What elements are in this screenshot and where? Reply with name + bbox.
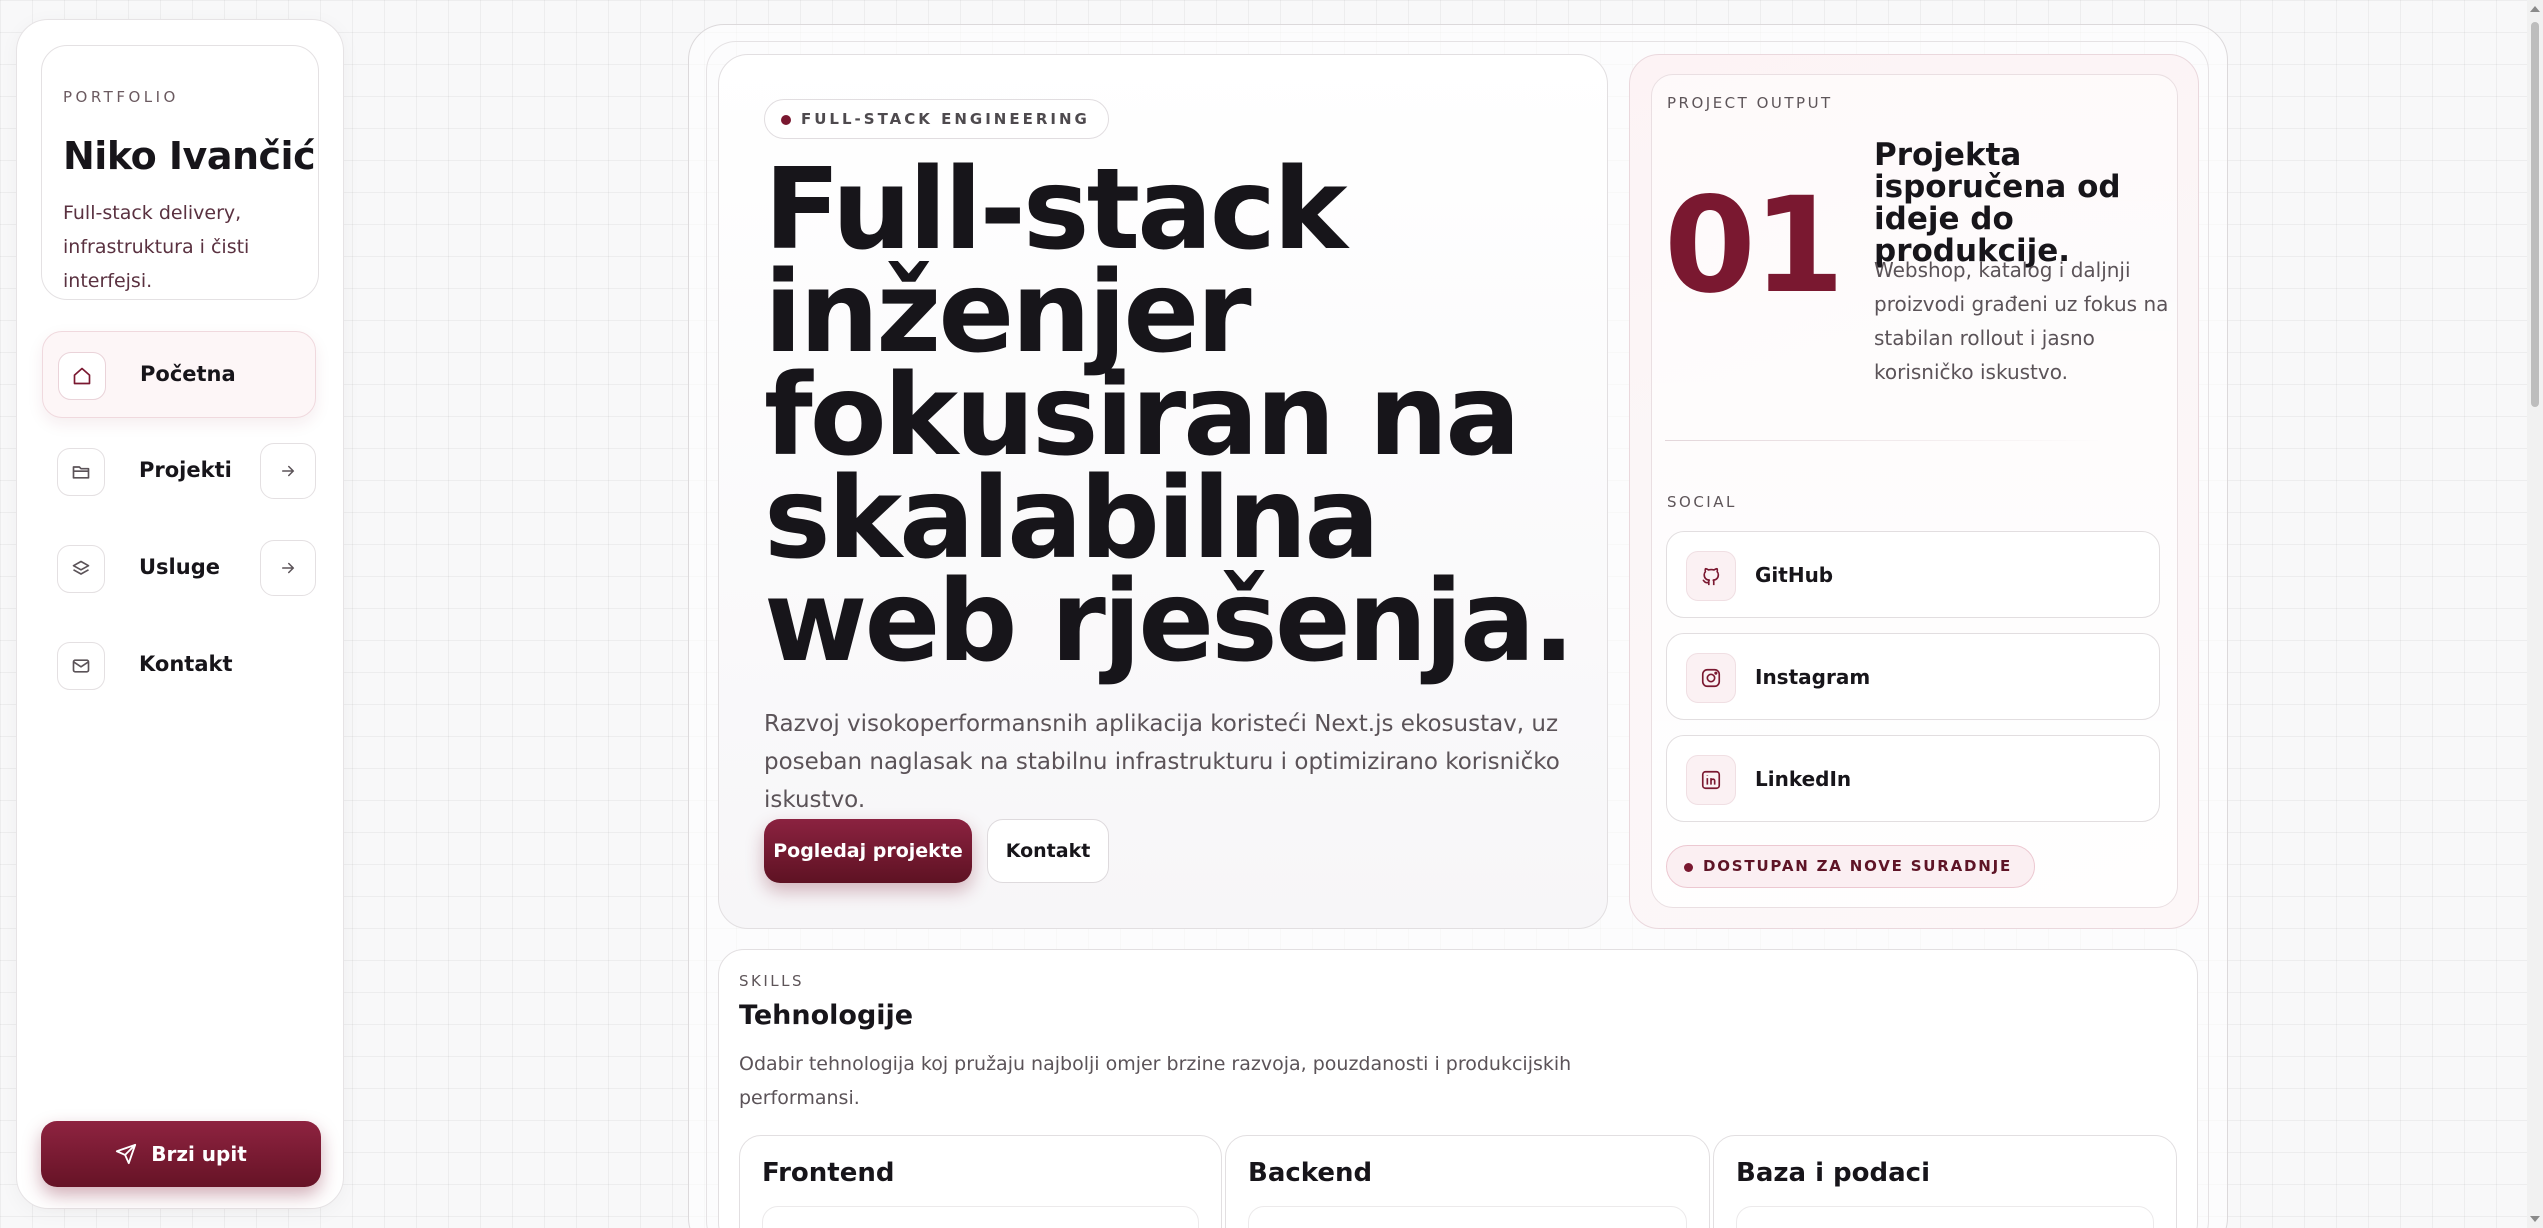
profile-card: PORTFOLIO Niko Ivančić Full-stack delive…	[41, 45, 319, 300]
sidebar-item-kontakt[interactable]: Kontakt	[42, 622, 316, 709]
skill-card-content	[762, 1206, 1199, 1228]
skills-title: Tehnologije	[739, 1000, 914, 1031]
scrollbar-thumb[interactable]	[2531, 22, 2539, 407]
view-projects-button[interactable]: Pogledaj projekte	[764, 819, 972, 883]
skill-card-backend: Backend	[1225, 1135, 1710, 1228]
sidebar-item-projekti[interactable]: Projekti	[42, 428, 316, 515]
send-icon	[115, 1143, 137, 1165]
skill-card-title: Frontend	[762, 1158, 895, 1188]
skills-section: SKILLS Tehnologije Odabir tehnologija ko…	[718, 949, 2198, 1228]
social-label: Instagram	[1755, 665, 1871, 689]
skill-card-frontend: Frontend	[739, 1135, 1222, 1228]
sidebar-item-pocetna[interactable]: Početna	[42, 331, 316, 418]
home-icon	[58, 352, 106, 400]
sidebar-item-label: Početna	[140, 362, 236, 386]
arrow-right-icon[interactable]	[260, 540, 316, 596]
profile-name: Niko Ivančić	[63, 134, 316, 178]
profile-eyebrow: PORTFOLIO	[63, 88, 179, 106]
project-output-title: Projekta isporučena od ideje do produkci…	[1874, 137, 2121, 269]
sidebar-item-label: Usluge	[139, 555, 220, 579]
contact-button[interactable]: Kontakt	[987, 819, 1109, 883]
sidebar-item-usluge[interactable]: Usluge	[42, 525, 316, 612]
skills-description: Odabir tehnologija koj pružaju najbolji …	[739, 1053, 1572, 1109]
scroll-down-icon[interactable]	[2530, 1216, 2540, 1222]
quick-inquiry-button[interactable]: Brzi upit	[41, 1121, 321, 1187]
layers-icon	[57, 545, 105, 593]
profile-tagline: Full-stack delivery, infrastruktura i či…	[63, 202, 250, 292]
skill-card-title: Backend	[1248, 1158, 1373, 1188]
availability-badge: DOSTUPAN ZA NOVE SURADNJE	[1666, 845, 2036, 888]
hero-card: FULL-STACK ENGINEERING Full-stack inženj…	[718, 54, 1608, 929]
folder-icon	[57, 448, 105, 496]
skill-card-database: Baza i podaci	[1713, 1135, 2177, 1228]
project-output-description: Webshop, katalog i daljnji proizvodi gra…	[1874, 258, 2169, 384]
social-link-github[interactable]: GitHub	[1666, 531, 2160, 618]
social-label: LinkedIn	[1755, 767, 1852, 791]
hero-description: Razvoj visokoperformansnih aplikacija ko…	[764, 711, 1560, 813]
hero-headline: Full-stack inženjer fokusiran na skalabi…	[764, 145, 1575, 687]
sidebar: PORTFOLIO Niko Ivančić Full-stack delive…	[16, 19, 344, 1209]
skills-eyebrow: SKILLS	[739, 972, 805, 990]
social-eyebrow: SOCIAL	[1667, 493, 1737, 511]
social-link-instagram[interactable]: Instagram	[1666, 633, 2160, 720]
project-output-eyebrow: PROJECT OUTPUT	[1667, 94, 1833, 112]
project-count: 01	[1664, 169, 1845, 323]
social-link-linkedin[interactable]: LinkedIn	[1666, 735, 2160, 822]
skill-card-content	[1248, 1206, 1687, 1228]
skill-card-title: Baza i podaci	[1736, 1158, 1931, 1188]
social-label: GitHub	[1755, 563, 1834, 587]
hero-badge: FULL-STACK ENGINEERING	[764, 99, 1109, 139]
page-scrollbar[interactable]	[2527, 0, 2543, 1228]
arrow-right-icon[interactable]	[260, 443, 316, 499]
divider	[1665, 440, 2105, 441]
sidebar-item-label: Kontakt	[139, 652, 233, 676]
linkedin-icon	[1686, 755, 1736, 805]
sidebar-item-label: Projekti	[139, 458, 232, 482]
skill-card-content	[1736, 1206, 2154, 1228]
quick-inquiry-label: Brzi upit	[151, 1142, 247, 1166]
mail-icon	[57, 642, 105, 690]
scroll-up-icon[interactable]	[2530, 6, 2540, 12]
instagram-icon	[1686, 653, 1736, 703]
github-icon	[1686, 551, 1736, 601]
